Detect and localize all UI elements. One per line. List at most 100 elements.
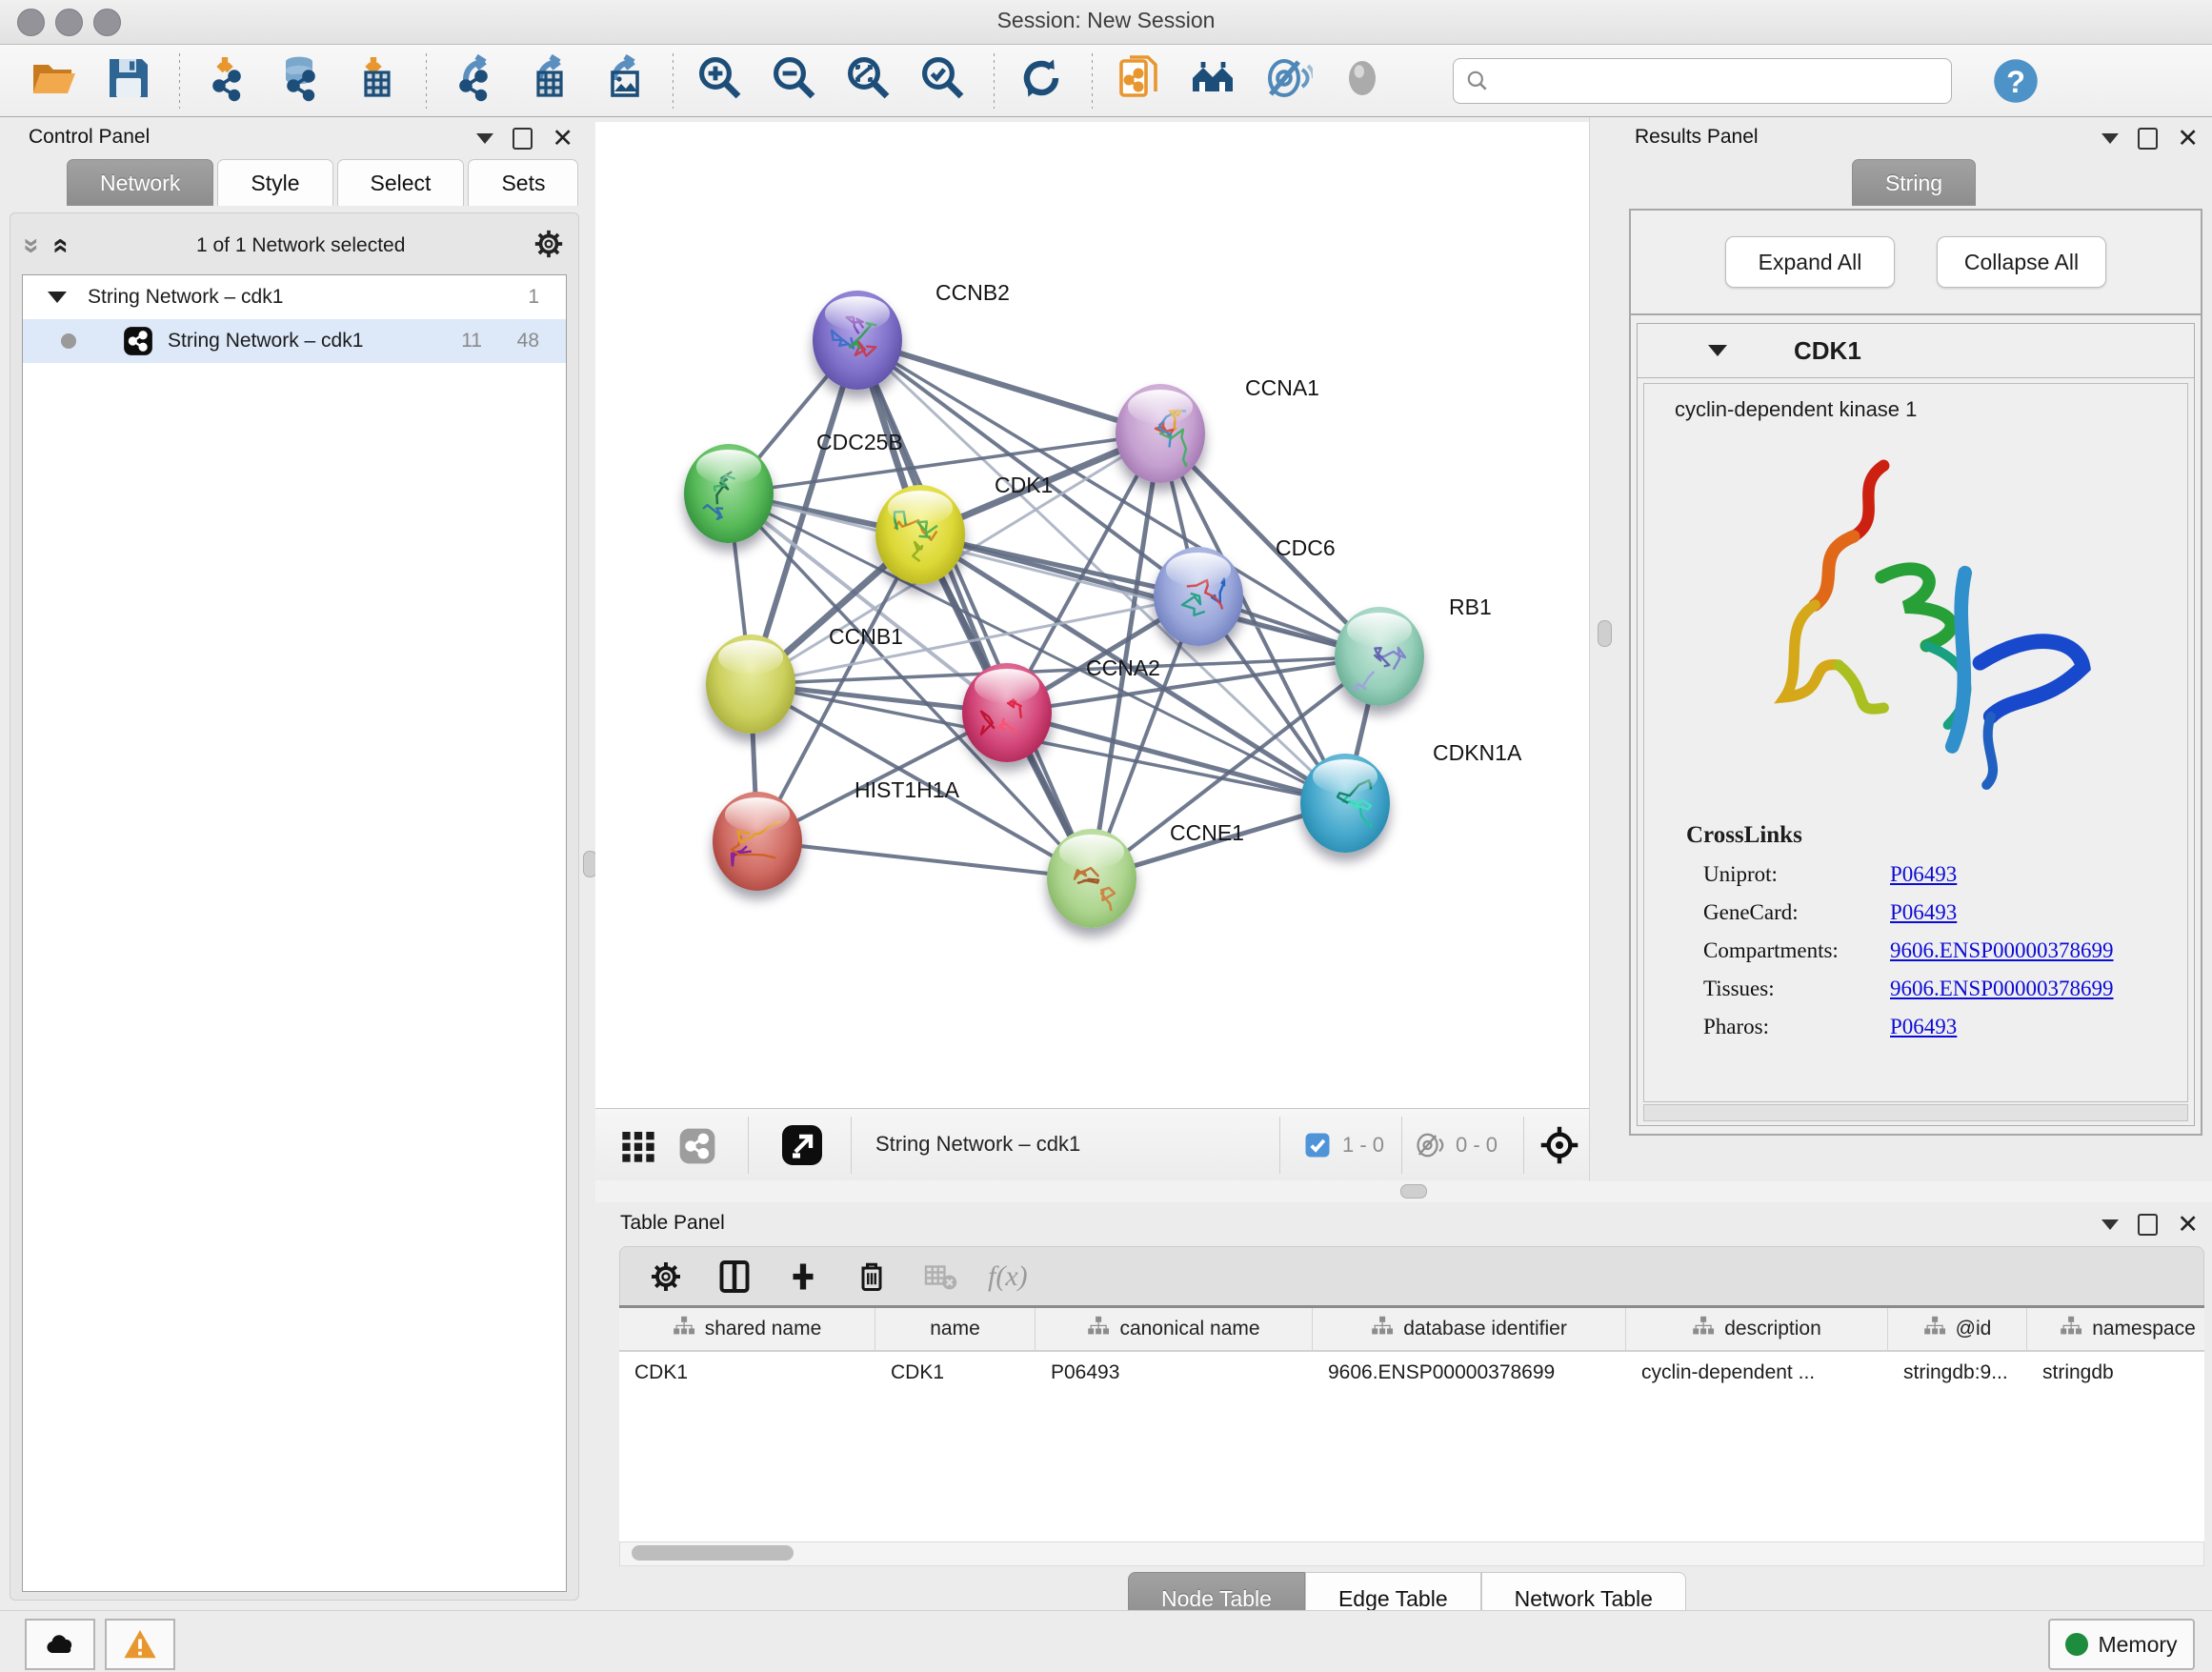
show-graphics-details-button[interactable] [1333,51,1392,111]
control-panel-float-icon[interactable] [513,128,533,150]
table-cell[interactable]: 9606.ENSP00000378699 [1313,1352,1626,1394]
node-table[interactable]: shared namename canonical name database id… [619,1305,2204,1544]
column-header-database-identifier[interactable]: database identifier [1313,1308,1626,1350]
import-table-from-file-button[interactable] [346,51,405,111]
node-cdc25b[interactable] [684,444,774,543]
folder-open-icon [30,53,79,108]
table-panel-float-icon[interactable] [2138,1214,2158,1236]
node-cdkn1a[interactable] [1300,754,1390,853]
export-image-button[interactable] [593,51,652,111]
horizontal-splitter-grip[interactable] [1400,1184,1427,1199]
hidden-eye-slash-icon[interactable] [1413,1130,1447,1160]
zoom-in-button[interactable] [691,51,750,111]
left-splitter[interactable] [583,117,595,1610]
results-panel-menu-icon[interactable] [2101,133,2119,144]
view-grid-button[interactable] [616,1124,660,1168]
node-ccne1[interactable] [1047,829,1136,928]
results-entry-header[interactable]: CDK1 [1638,324,2194,378]
entry-expander-icon[interactable] [1708,345,1727,356]
column-label: canonical name [1119,1318,1259,1340]
cybrowser-home-button[interactable] [1184,51,1243,111]
create-column-plus-icon[interactable] [782,1256,824,1298]
results-panel-float-icon[interactable] [2138,128,2158,150]
tab-select[interactable]: Select [337,159,465,206]
detach-view-button[interactable] [778,1121,826,1169]
control-panel-close-icon[interactable]: ✕ [552,130,573,148]
export-table-button[interactable] [518,51,577,111]
zoom-out-button[interactable] [765,51,824,111]
zoom-selected-button[interactable] [914,51,973,111]
node-cdc6[interactable] [1154,547,1243,646]
crosslink-row: Compartments:9606.ENSP00000378699 [1703,938,2187,963]
table-panel-close-icon[interactable]: ✕ [2177,1216,2199,1234]
table-panel-menu-icon[interactable] [2101,1219,2119,1230]
node-ccnb2[interactable] [813,291,902,390]
column-header-name[interactable]: name [875,1308,1036,1350]
node-cdk1[interactable] [875,485,965,584]
crosslink-link[interactable]: P06493 [1890,1015,1957,1039]
right-splitter-grip[interactable] [1598,620,1612,647]
table-cell[interactable]: P06493 [1036,1352,1313,1394]
cloud-status-button[interactable] [25,1619,95,1670]
table-cell[interactable]: stringdb:9... [1888,1352,2027,1394]
memory-button[interactable]: Memory [2048,1619,2195,1670]
node-rb1[interactable] [1335,607,1424,706]
table-row[interactable]: CDK1CDK1P064939606.ENSP00000378699cyclin… [619,1352,2204,1394]
column-header--id[interactable]: @id [1888,1308,2027,1350]
import-network-from-file-button[interactable] [197,51,256,111]
save-session-button[interactable] [99,51,158,111]
network-collection-row[interactable]: String Network – cdk1 1 [23,275,566,319]
delete-column-trash-icon[interactable] [851,1256,893,1298]
import-network-from-database-button[interactable] [271,51,331,111]
birds-eye-view-button[interactable] [1537,1122,1582,1168]
column-header-shared-name[interactable]: shared name [619,1308,875,1350]
node-ccnb1[interactable] [706,635,795,734]
hide-graphics-details-button[interactable] [1258,51,1317,111]
tab-network[interactable]: Network [67,159,213,206]
table-cell[interactable]: CDK1 [619,1352,875,1394]
column-header-canonical-name[interactable]: canonical name [1036,1308,1313,1350]
tab-sets[interactable]: Sets [468,159,578,206]
select-columns-icon[interactable] [714,1256,755,1298]
network-canvas[interactable]: CCNB2CCNA1CDC25BCDK1CDC6RB1CCNB1CCNA2CDK… [595,122,1589,1108]
tab-string[interactable]: String [1852,159,1976,206]
expand-all-button[interactable]: Expand All [1725,236,1895,288]
control-panel-menu-icon[interactable] [476,133,493,144]
table-settings-gear-icon[interactable] [645,1256,687,1298]
crosslink-link[interactable]: P06493 [1890,862,1957,887]
node-hist1h1a[interactable] [713,792,802,891]
open-file-button[interactable] [25,51,84,111]
table-horizontal-scrollbar[interactable] [619,1541,2204,1566]
open-network-in-web-button[interactable] [1110,51,1169,111]
warning-status-button[interactable] [105,1619,175,1670]
selected-checkbox-icon[interactable] [1302,1130,1333,1160]
help-button[interactable]: ? [1986,51,2045,111]
results-panel-close-icon[interactable]: ✕ [2177,130,2199,148]
search-input[interactable] [1498,69,1940,93]
right-splitter[interactable] [1589,117,1620,1181]
horizontal-splitter[interactable] [595,1180,2212,1202]
collapse-all-icon[interactable]: » [21,238,42,254]
table-cell[interactable]: CDK1 [875,1352,1036,1394]
view-string-tab-button[interactable] [675,1124,719,1168]
apply-preferred-layout-button[interactable] [1012,51,1071,111]
crosslink-link[interactable]: P06493 [1890,900,1957,925]
zoom-fit-content-button[interactable] [839,51,898,111]
network-options-gear-icon[interactable] [533,228,565,265]
node-ccna2[interactable] [962,663,1052,762]
collapse-all-button[interactable]: Collapse All [1937,236,2106,288]
export-network-button[interactable] [444,51,503,111]
crosslink-link[interactable]: 9606.ENSP00000378699 [1890,977,2114,1001]
collection-expander-icon[interactable] [48,292,67,303]
results-scrollbar[interactable] [1643,1104,2188,1121]
expand-all-icon[interactable]: « [50,238,71,254]
column-header-namespace[interactable]: namespace [2027,1308,2204,1350]
table-cell[interactable]: cyclin-dependent ... [1626,1352,1888,1394]
table-cell[interactable]: stringdb [2027,1352,2204,1394]
node-ccna1[interactable] [1116,384,1205,483]
crosslink-link[interactable]: 9606.ENSP00000378699 [1890,938,2114,963]
tab-style[interactable]: Style [217,159,332,206]
column-header-description[interactable]: description [1626,1308,1888,1350]
network-row[interactable]: String Network – cdk1 11 48 [23,319,566,363]
table-scrollbar-thumb[interactable] [632,1545,794,1561]
